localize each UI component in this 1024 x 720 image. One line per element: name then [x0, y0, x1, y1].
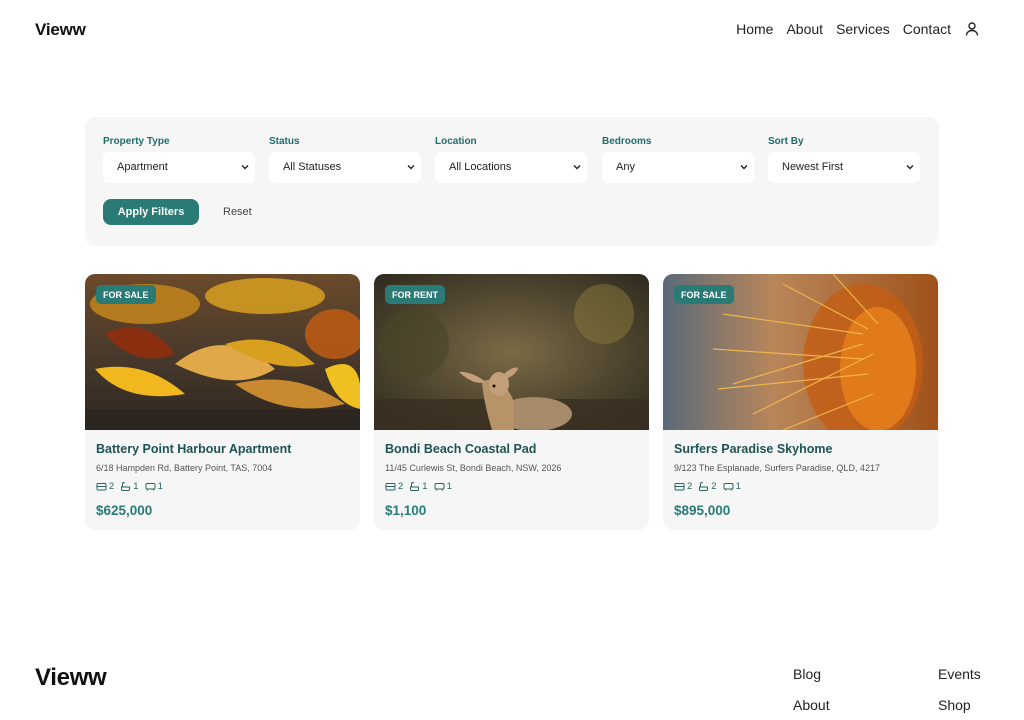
filter-sort-by: Sort By Newest First: [768, 136, 920, 183]
chevron-down-icon: [740, 165, 748, 170]
bedrooms-value: 2: [687, 481, 693, 492]
filter-label: Status: [269, 136, 300, 147]
bedrooms-value: 2: [109, 481, 115, 492]
site-header: Vieww Home About Services Contact: [0, 0, 1024, 60]
filter-location: Location All Locations: [435, 136, 587, 183]
filter-property-type: Property Type Apartment: [103, 136, 255, 183]
listing-status-badge: FOR SALE: [96, 285, 156, 304]
car-icon: [434, 483, 445, 491]
listing-title[interactable]: Bondi Beach Coastal Pad: [385, 442, 536, 456]
sort-by-select[interactable]: Newest First: [768, 152, 920, 183]
listing-price: $625,000: [96, 503, 153, 518]
bathrooms-count: 2: [698, 481, 717, 492]
filter-bedrooms: Bedrooms Any: [602, 136, 754, 183]
filter-label: Sort By: [768, 136, 804, 147]
bathrooms-count: 1: [120, 481, 139, 492]
bathrooms-value: 1: [422, 481, 428, 492]
bedrooms-count: 2: [674, 481, 692, 492]
bathrooms-value: 1: [133, 481, 139, 492]
location-select[interactable]: All Locations: [435, 152, 587, 183]
filter-label: Location: [435, 136, 477, 147]
listing-amenities: 2 1 1: [96, 481, 163, 492]
bed-icon: [385, 483, 396, 491]
bedrooms-count: 2: [385, 481, 403, 492]
listing-amenities: 2 1 1: [385, 481, 452, 492]
listing-status-badge: FOR SALE: [674, 285, 734, 304]
filter-label: Bedrooms: [602, 136, 652, 147]
bath-icon: [410, 481, 420, 491]
car-icon: [145, 483, 156, 491]
parking-value: 1: [735, 481, 741, 492]
bedrooms-count: 2: [96, 481, 114, 492]
filter-label: Property Type: [103, 136, 170, 147]
parking-value: 1: [157, 481, 163, 492]
filters-panel: Property Type Apartment Status All Statu…: [85, 117, 939, 246]
user-icon[interactable]: [964, 21, 980, 37]
car-icon: [723, 483, 734, 491]
listing-address: 9/123 The Esplanade, Surfers Paradise, Q…: [674, 463, 880, 473]
select-value: Any: [616, 161, 635, 173]
bath-icon: [699, 481, 709, 491]
filter-status: Status All Statuses: [269, 136, 421, 183]
footer-link-blog[interactable]: Blog: [793, 666, 821, 682]
bed-icon: [96, 483, 107, 491]
footer-link-about[interactable]: About: [793, 697, 830, 713]
site-logo[interactable]: Vieww: [35, 20, 86, 40]
parking-count: 1: [145, 481, 163, 492]
bed-icon: [674, 483, 685, 491]
select-value: All Locations: [449, 161, 512, 173]
parking-count: 1: [723, 481, 741, 492]
chevron-down-icon: [407, 165, 415, 170]
listing-status-badge: FOR RENT: [385, 285, 445, 304]
property-type-select[interactable]: Apartment: [103, 152, 255, 183]
chevron-down-icon: [573, 165, 581, 170]
listing-amenities: 2 2 1: [674, 481, 741, 492]
select-value: All Statuses: [283, 161, 342, 173]
status-select[interactable]: All Statuses: [269, 152, 421, 183]
footer-link-events[interactable]: Events: [938, 666, 981, 682]
chevron-down-icon: [241, 165, 249, 170]
listing-title[interactable]: Battery Point Harbour Apartment: [96, 442, 291, 456]
select-value: Apartment: [117, 161, 168, 173]
listing-title[interactable]: Surfers Paradise Skyhome: [674, 442, 832, 456]
chevron-down-icon: [906, 165, 914, 170]
nav-about[interactable]: About: [786, 21, 823, 37]
select-value: Newest First: [782, 161, 844, 173]
reset-button[interactable]: Reset: [223, 206, 252, 218]
listing-address: 6/18 Hampden Rd, Battery Point, TAS, 700…: [96, 463, 273, 473]
bath-icon: [121, 481, 131, 491]
listing-card[interactable]: FOR SALE Surfers Paradise Skyhome 9/123 …: [663, 274, 938, 530]
bathrooms-count: 1: [409, 481, 428, 492]
bedrooms-value: 2: [398, 481, 404, 492]
listing-card[interactable]: FOR SALE Battery Point Harbour Apartment…: [85, 274, 360, 530]
footer-logo[interactable]: Vieww: [35, 664, 107, 692]
nav-contact[interactable]: Contact: [903, 21, 951, 37]
nav-services[interactable]: Services: [836, 21, 890, 37]
footer-link-shop[interactable]: Shop: [938, 697, 971, 713]
listing-address: 11/45 Curlewis St, Bondi Beach, NSW, 202…: [385, 463, 562, 473]
listing-price: $1,100: [385, 503, 427, 518]
main-nav: Home About Services Contact: [736, 21, 980, 37]
listing-price: $895,000: [674, 503, 731, 518]
parking-value: 1: [446, 481, 452, 492]
listing-card[interactable]: FOR RENT Bondi Beach Coastal Pad 11/45 C…: [374, 274, 649, 530]
apply-filters-button[interactable]: Apply Filters: [103, 199, 199, 225]
parking-count: 1: [434, 481, 452, 492]
bedrooms-select[interactable]: Any: [602, 152, 754, 183]
bathrooms-value: 2: [711, 481, 717, 492]
nav-home[interactable]: Home: [736, 21, 773, 37]
